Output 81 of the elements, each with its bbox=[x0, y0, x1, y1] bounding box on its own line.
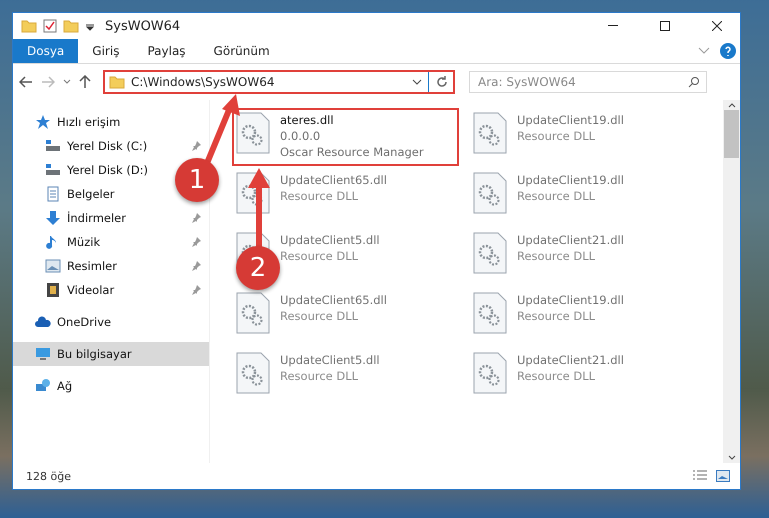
cloud-icon bbox=[35, 314, 51, 330]
gear-file-icon bbox=[473, 232, 507, 274]
file-detail: Resource DLL bbox=[517, 368, 596, 384]
sidebar-item[interactable]: Müzik bbox=[67, 235, 100, 249]
file-name[interactable]: UpdateClient5.dll bbox=[280, 352, 380, 368]
file-detail: Resource DLL bbox=[517, 248, 596, 264]
ribbon-tab[interactable]: Paylaş bbox=[133, 39, 200, 63]
window-title: SysWOW64 bbox=[105, 18, 182, 34]
minimize-icon[interactable] bbox=[608, 25, 618, 27]
file-name[interactable]: UpdateClient19.dll bbox=[517, 112, 624, 128]
file-name[interactable]: UpdateClient65.dll bbox=[280, 172, 387, 188]
gear-file-icon bbox=[473, 292, 507, 334]
maximize-icon[interactable] bbox=[660, 21, 670, 31]
downloads-icon bbox=[45, 210, 61, 226]
file-name[interactable]: UpdateClient65.dll bbox=[280, 292, 387, 308]
dropdown-caret-icon[interactable] bbox=[412, 79, 422, 85]
refresh-icon[interactable] bbox=[435, 75, 449, 89]
file-detail: Resource DLL bbox=[280, 188, 360, 204]
details-view-icon[interactable] bbox=[692, 470, 708, 482]
gear-file-icon bbox=[473, 172, 507, 214]
gear-file-icon bbox=[473, 112, 507, 154]
scroll-up-icon[interactable] bbox=[728, 103, 736, 108]
close-icon[interactable] bbox=[712, 21, 722, 31]
search-field[interactable]: Ara: SysWOW64 bbox=[469, 71, 707, 93]
pin-icon[interactable] bbox=[191, 213, 201, 223]
sidebar-item[interactable]: Hızlı erişim bbox=[13, 110, 209, 134]
help-icon[interactable] bbox=[720, 43, 736, 59]
file-detail: 0.0.0.0 bbox=[280, 128, 322, 144]
file-name[interactable]: UpdateClient21.dll bbox=[517, 352, 624, 368]
computer-icon bbox=[35, 346, 51, 362]
file-detail: Resource DLL bbox=[280, 248, 360, 264]
documents-icon bbox=[45, 186, 61, 202]
sidebar-item[interactable]: Ağ bbox=[13, 374, 209, 398]
sidebar-item[interactable]: Belgeler bbox=[67, 187, 115, 201]
file-name[interactable]: ateres.dll bbox=[280, 112, 424, 128]
scroll-down-icon[interactable] bbox=[728, 455, 736, 460]
file-name[interactable]: UpdateClient19.dll bbox=[517, 292, 624, 308]
file-detail: Resource DLL bbox=[280, 308, 360, 324]
pin-icon[interactable] bbox=[191, 237, 201, 247]
file-detail: Resource DLL bbox=[517, 308, 596, 324]
gear-file-icon bbox=[236, 352, 270, 394]
pin-icon[interactable] bbox=[191, 141, 201, 151]
sidebar-item[interactable]: İndirmeler bbox=[67, 211, 126, 225]
pin-icon[interactable] bbox=[191, 285, 201, 295]
drive-icon bbox=[45, 162, 61, 178]
file-name[interactable]: UpdateClient21.dll bbox=[517, 232, 624, 248]
gear-file-icon bbox=[236, 292, 270, 334]
expand-ribbon-icon[interactable] bbox=[698, 47, 710, 55]
sidebar-item[interactable]: Yerel Disk (D:) bbox=[67, 163, 148, 177]
search-icon bbox=[688, 76, 700, 88]
sidebar-item[interactable]: OneDrive bbox=[13, 310, 209, 334]
ribbon-tab[interactable]: Görünüm bbox=[200, 39, 284, 63]
large-icons-view-icon[interactable] bbox=[716, 470, 730, 482]
network-icon bbox=[35, 378, 51, 394]
sidebar-item[interactable]: Videolar bbox=[67, 283, 114, 297]
videos-icon bbox=[45, 282, 61, 298]
file-detail: Resource DLL bbox=[517, 128, 596, 144]
ribbon-tab[interactable]: Giriş bbox=[78, 39, 134, 63]
folder-icon bbox=[109, 75, 125, 89]
up-arrow-icon[interactable] bbox=[79, 75, 91, 89]
ribbon-tab[interactable]: Dosya bbox=[13, 39, 78, 63]
pictures-icon bbox=[45, 258, 61, 274]
scrollbar[interactable] bbox=[723, 100, 740, 463]
file-name[interactable]: UpdateClient5.dll bbox=[280, 232, 380, 248]
pin-icon[interactable] bbox=[191, 261, 201, 271]
sidebar-item[interactable]: Bu bilgisayar bbox=[13, 342, 209, 366]
sidebar-item[interactable]: Yerel Disk (C:) bbox=[67, 139, 148, 153]
address-field[interactable]: C:\Windows\SysWOW64 bbox=[103, 70, 455, 94]
scroll-thumb[interactable] bbox=[724, 110, 739, 158]
address-path: C:\Windows\SysWOW64 bbox=[131, 75, 276, 89]
file-detail: Resource DLL bbox=[517, 188, 596, 204]
gear-file-icon bbox=[236, 112, 270, 154]
recent-caret-icon[interactable] bbox=[63, 79, 71, 85]
sidebar-item[interactable]: Resimler bbox=[67, 259, 117, 273]
back-arrow-icon[interactable] bbox=[19, 76, 33, 88]
gear-file-icon bbox=[473, 352, 507, 394]
file-name[interactable]: UpdateClient19.dll bbox=[517, 172, 624, 188]
item-count: 128 öğe bbox=[26, 470, 72, 482]
drive-icon bbox=[45, 138, 61, 154]
file-detail: Oscar Resource Manager bbox=[280, 144, 424, 160]
file-detail: Resource DLL bbox=[280, 368, 360, 384]
